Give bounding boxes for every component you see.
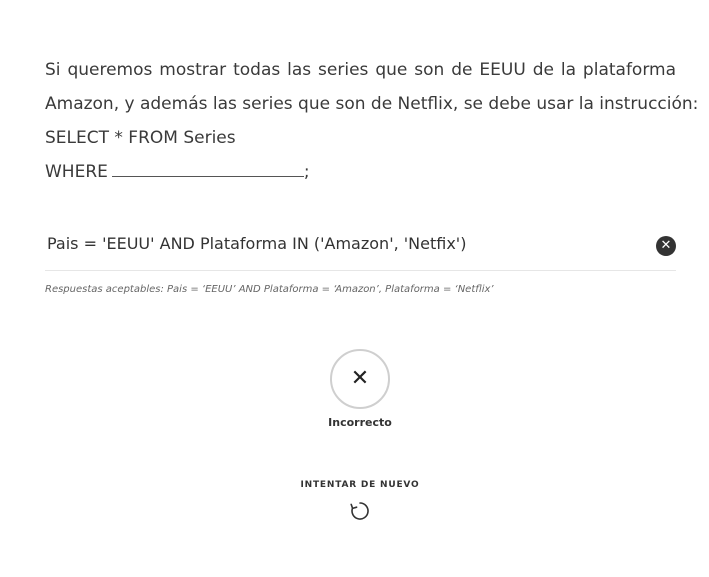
close-icon: ✕ (656, 236, 676, 256)
result-block: ✕ Incorrecto (300, 349, 420, 429)
answer-value: Pais = 'EEUU' AND Plataforma IN ('Amazon… (47, 234, 467, 253)
refresh-icon[interactable] (349, 500, 371, 526)
question-line-2: Amazon, y además las series que son de N… (45, 94, 699, 114)
question-line-4: WHERE; (45, 155, 676, 189)
question-line-1: Si queremos mostrar todas las series que… (45, 60, 676, 80)
semicolon: ; (303, 162, 310, 182)
accepted-answers: Respuestas aceptables: Pais = ‘EEUU’ AND… (45, 284, 494, 295)
retry-button[interactable]: INTENTAR DE NUEVO (280, 480, 440, 526)
result-circle: ✕ (330, 349, 390, 409)
retry-label[interactable]: INTENTAR DE NUEVO (280, 480, 440, 490)
question-text: Si queremos mostrar todas las series que… (45, 53, 699, 189)
result-label: Incorrecto (328, 416, 392, 429)
x-icon: ✕ (350, 366, 370, 391)
question-line-3: SELECT * FROM Series (45, 128, 236, 148)
answer-field: Pais = 'EEUU' AND Plataforma IN ('Amazon… (45, 226, 676, 271)
where-keyword: WHERE (45, 162, 108, 182)
answer-blank (111, 162, 304, 177)
